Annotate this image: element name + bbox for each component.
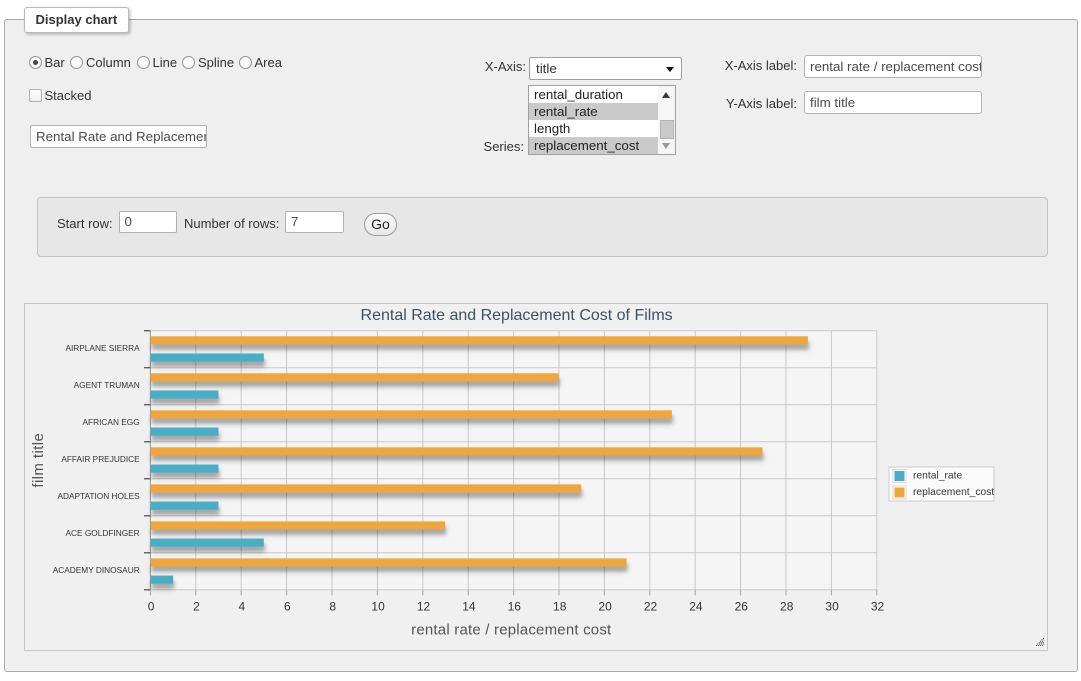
svg-text:replacement_cost: replacement_cost [913, 487, 994, 498]
svg-text:AIRPLANE SIERRA: AIRPLANE SIERRA [65, 343, 140, 353]
svg-text:Rental Rate and Replacement Co: Rental Rate and Replacement Cost of Film… [361, 307, 673, 324]
svg-text:16: 16 [508, 600, 522, 614]
svg-text:AFFAIR PREJUDICE: AFFAIR PREJUDICE [61, 454, 140, 464]
svg-text:6: 6 [284, 600, 291, 614]
svg-text:0: 0 [148, 600, 155, 614]
svg-text:rental rate / replacement cost: rental rate / replacement cost [411, 621, 612, 638]
svg-text:32: 32 [871, 600, 885, 614]
svg-text:ACADEMY DINOSAUR: ACADEMY DINOSAUR [53, 565, 140, 575]
svg-text:20: 20 [598, 600, 612, 614]
svg-text:4: 4 [239, 600, 246, 614]
svg-text:8: 8 [329, 600, 336, 614]
svg-text:2: 2 [193, 600, 200, 614]
svg-text:26: 26 [735, 600, 749, 614]
svg-text:30: 30 [825, 600, 839, 614]
svg-text:12: 12 [417, 600, 431, 614]
svg-text:AGENT TRUMAN: AGENT TRUMAN [74, 380, 140, 390]
svg-text:rental_rate: rental_rate [913, 471, 963, 482]
svg-text:ADAPTATION HOLES: ADAPTATION HOLES [57, 491, 140, 501]
svg-text:10: 10 [371, 600, 385, 614]
svg-text:24: 24 [689, 600, 703, 614]
svg-text:28: 28 [780, 600, 794, 614]
svg-text:18: 18 [553, 600, 567, 614]
svg-text:22: 22 [644, 600, 658, 614]
svg-text:ACE GOLDFINGER: ACE GOLDFINGER [65, 528, 139, 538]
svg-text:14: 14 [462, 600, 476, 614]
svg-text:film title: film title [30, 433, 47, 488]
svg-text:AFRICAN EGG: AFRICAN EGG [83, 417, 140, 427]
